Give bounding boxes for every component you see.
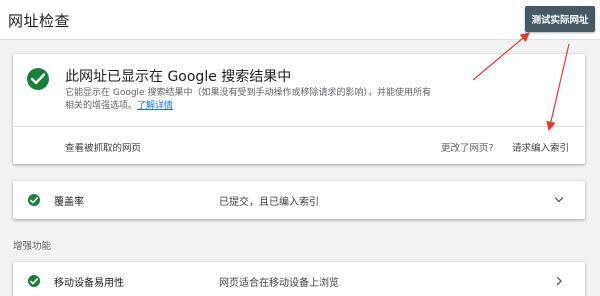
learn-more-link[interactable]: 了解详情	[137, 101, 173, 111]
mobile-usability-row[interactable]: 移动设备易用性 网页适合在移动设备上浏览	[13, 262, 585, 296]
coverage-label: 覆盖率	[54, 197, 84, 208]
coverage-row[interactable]: 覆盖率 已提交，且已编入索引	[13, 181, 585, 219]
status-description-text: 它能显示在 Google 搜索结果中（如果没有受到手动操作或移除请求的影响），并…	[65, 88, 431, 111]
card-divider	[13, 126, 585, 127]
top-bar: 网址检查 测试实际网址	[0, 0, 600, 40]
view-crawled-page-link[interactable]: 查看被抓取的网页	[65, 140, 141, 154]
status-title: 此网址已显示在 Google 搜索结果中	[65, 69, 292, 85]
mobile-usability-value: 网页适合在移动设备上浏览	[219, 278, 339, 289]
index-status-card: 此网址已显示在 Google 搜索结果中 它能显示在 Google 搜索结果中（…	[13, 54, 585, 164]
changed-page-label: 更改了网页?	[441, 143, 494, 154]
request-indexing-button[interactable]: 请求编入索引	[512, 140, 569, 154]
check-circle-icon	[27, 68, 49, 90]
chevron-down-icon[interactable]	[553, 194, 565, 206]
page-title: 网址检查	[8, 12, 71, 30]
status-description: 它能显示在 Google 搜索结果中（如果没有受到手动操作或移除请求的影响），并…	[65, 87, 435, 113]
enhancements-heading: 增强功能	[13, 241, 52, 252]
test-live-url-button[interactable]: 测试实际网址	[525, 6, 595, 32]
check-circle-icon	[28, 194, 40, 206]
chevron-right-icon[interactable]	[553, 275, 565, 287]
mobile-usability-label: 移动设备易用性	[54, 278, 124, 289]
check-circle-icon	[28, 275, 40, 287]
coverage-value: 已提交，且已编入索引	[219, 197, 319, 208]
